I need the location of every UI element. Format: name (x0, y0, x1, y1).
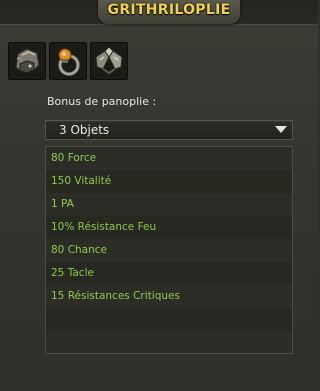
headgear-icon (9, 43, 45, 79)
list-item: 1 PA (46, 193, 292, 217)
amulet-icon (50, 43, 86, 79)
bonus-list: 80 Force 150 Vitalité 1 PA 10% Résistanc… (45, 146, 293, 354)
set-item-slot[interactable] (49, 42, 87, 80)
bonus-label: Bonus de panoplie : (47, 95, 157, 108)
list-item: 10% Résistance Feu (46, 216, 292, 240)
bonus-text: 15 Résistances Critiques (51, 290, 180, 302)
set-panel: GRITHRILOPLIE Bonus de panoplie: 3 Obje… (0, 0, 318, 391)
chevron-down-icon (275, 126, 287, 133)
set-item-slot[interactable] (8, 42, 46, 80)
bonus-text: 1 PA (51, 198, 74, 210)
bonus-text: 10% Résistance Feu (51, 221, 157, 233)
list-item: 150 Vitalité (46, 170, 292, 194)
list-item-empty (46, 308, 292, 332)
list-item: 25 Tacle (46, 262, 292, 286)
bonus-text: 150 Vitalité (51, 175, 112, 187)
set-item-slot[interactable] (90, 42, 128, 80)
bonus-text: 80 Force (51, 152, 97, 164)
list-item-empty (46, 331, 292, 353)
panel-title: GRITHRILOPLIE (107, 2, 231, 18)
list-item: 80 Force (46, 147, 292, 171)
list-item: 80 Chance (46, 239, 292, 263)
bonus-count-value: 3 Objets (59, 123, 110, 137)
bonus-text: 80 Chance (51, 244, 108, 256)
shoulder-armor-icon (91, 43, 127, 79)
bonus-count-select[interactable]: 3 Objets (45, 120, 293, 140)
bonus-text: 25 Tacle (51, 267, 94, 279)
list-item: 15 Résistances Critiques (46, 285, 292, 309)
